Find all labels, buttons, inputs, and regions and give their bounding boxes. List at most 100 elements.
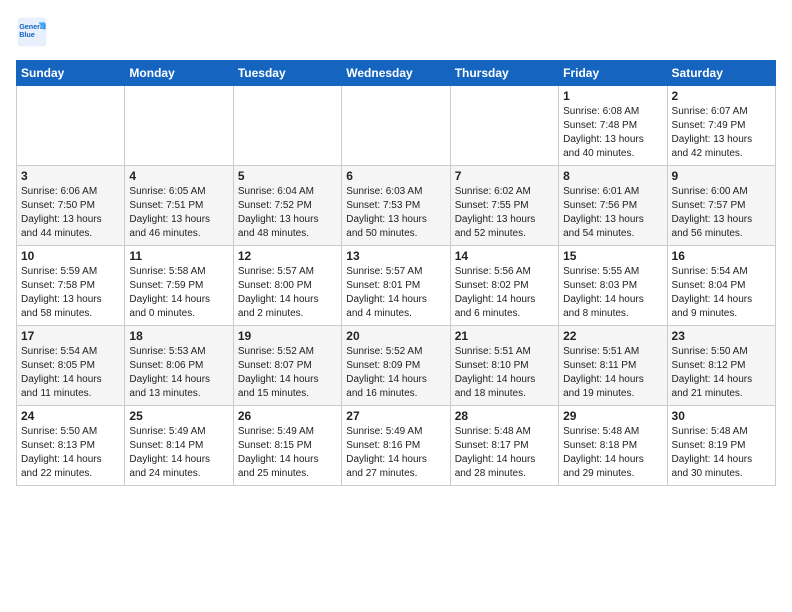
- day-number: 9: [672, 169, 771, 183]
- day-number: 1: [563, 89, 662, 103]
- day-info: Sunrise: 5:57 AM Sunset: 8:01 PM Dayligh…: [346, 265, 445, 321]
- day-cell: 23Sunrise: 5:50 AM Sunset: 8:12 PM Dayli…: [667, 326, 775, 406]
- week-row-2: 3 Sunrise: 6:06 AM Sunset: 7:50 PM Daylig…: [17, 166, 776, 246]
- day-cell: 1 Sunrise: 6:08 AM Sunset: 7:48 PM Daylig…: [559, 86, 667, 166]
- day-number: 23: [672, 329, 771, 343]
- day-number: 15: [563, 249, 662, 263]
- day-number: 3: [21, 169, 120, 183]
- day-cell: [342, 86, 450, 166]
- day-info: Sunrise: 5:52 AM Sunset: 8:09 PM Dayligh…: [346, 345, 445, 401]
- day-info: Sunrise: 5:55 AM Sunset: 8:03 PM Dayligh…: [563, 265, 662, 321]
- col-header-tuesday: Tuesday: [233, 61, 341, 86]
- day-number: 28: [455, 409, 554, 423]
- day-number: 25: [129, 409, 228, 423]
- day-cell: 17 Sunrise: 5:54 AM Sunset: 8:05 PM Dayli…: [17, 326, 125, 406]
- day-info: Sunrise: 6:08 AM Sunset: 7:48 PM Dayligh…: [563, 105, 662, 161]
- day-number: 19: [238, 329, 337, 343]
- day-number: 30: [672, 409, 771, 423]
- week-row-1: 1 Sunrise: 6:08 AM Sunset: 7:48 PM Daylig…: [17, 86, 776, 166]
- day-info: Sunrise: 5:49 AM Sunset: 8:14 PM Dayligh…: [129, 425, 228, 481]
- day-info: Sunrise: 6:04 AM Sunset: 7:52 PM Dayligh…: [238, 185, 337, 241]
- day-cell: 27 Sunrise: 5:49 AM Sunset: 8:16 PM Dayli…: [342, 406, 450, 486]
- day-number: 16: [672, 249, 771, 263]
- day-info: Sunrise: 5:59 AM Sunset: 7:58 PM Dayligh…: [21, 265, 120, 321]
- day-number: 27: [346, 409, 445, 423]
- day-info: Sunrise: 5:51 AM Sunset: 8:11 PM Dayligh…: [563, 345, 662, 401]
- day-info: Sunrise: 5:58 AM Sunset: 7:59 PM Dayligh…: [129, 265, 228, 321]
- day-info: Sunrise: 6:06 AM Sunset: 7:50 PM Dayligh…: [21, 185, 120, 241]
- day-info: Sunrise: 6:00 AM Sunset: 7:57 PM Dayligh…: [672, 185, 771, 241]
- day-number: 17: [21, 329, 120, 343]
- day-cell: 13 Sunrise: 5:57 AM Sunset: 8:01 PM Dayli…: [342, 246, 450, 326]
- day-cell: 24Sunrise: 5:50 AM Sunset: 8:13 PM Dayli…: [17, 406, 125, 486]
- page-header: General Blue: [16, 16, 776, 48]
- day-number: 10: [21, 249, 120, 263]
- day-cell: 7 Sunrise: 6:02 AM Sunset: 7:55 PM Daylig…: [450, 166, 558, 246]
- day-info: Sunrise: 5:52 AM Sunset: 8:07 PM Dayligh…: [238, 345, 337, 401]
- day-cell: 29 Sunrise: 5:48 AM Sunset: 8:18 PM Dayli…: [559, 406, 667, 486]
- day-cell: [125, 86, 233, 166]
- day-cell: 18 Sunrise: 5:53 AM Sunset: 8:06 PM Dayli…: [125, 326, 233, 406]
- day-info: Sunrise: 6:05 AM Sunset: 7:51 PM Dayligh…: [129, 185, 228, 241]
- day-number: 12: [238, 249, 337, 263]
- day-number: 4: [129, 169, 228, 183]
- day-cell: 28Sunrise: 5:48 AM Sunset: 8:17 PM Dayli…: [450, 406, 558, 486]
- col-header-saturday: Saturday: [667, 61, 775, 86]
- day-cell: 10 Sunrise: 5:59 AM Sunset: 7:58 PM Dayli…: [17, 246, 125, 326]
- day-info: Sunrise: 6:03 AM Sunset: 7:53 PM Dayligh…: [346, 185, 445, 241]
- day-number: 20: [346, 329, 445, 343]
- day-cell: 12 Sunrise: 5:57 AM Sunset: 8:00 PM Dayli…: [233, 246, 341, 326]
- day-cell: 6 Sunrise: 6:03 AM Sunset: 7:53 PM Daylig…: [342, 166, 450, 246]
- col-header-friday: Friday: [559, 61, 667, 86]
- day-cell: 16 Sunrise: 5:54 AM Sunset: 8:04 PM Dayli…: [667, 246, 775, 326]
- svg-text:Blue: Blue: [19, 30, 35, 39]
- day-cell: 8 Sunrise: 6:01 AM Sunset: 7:56 PM Daylig…: [559, 166, 667, 246]
- day-info: Sunrise: 6:07 AM Sunset: 7:49 PM Dayligh…: [672, 105, 771, 161]
- day-number: 24: [21, 409, 120, 423]
- day-cell: 5Sunrise: 6:04 AM Sunset: 7:52 PM Daylig…: [233, 166, 341, 246]
- day-cell: 9 Sunrise: 6:00 AM Sunset: 7:57 PM Daylig…: [667, 166, 775, 246]
- day-info: Sunrise: 5:57 AM Sunset: 8:00 PM Dayligh…: [238, 265, 337, 321]
- day-info: Sunrise: 5:48 AM Sunset: 8:19 PM Dayligh…: [672, 425, 771, 481]
- day-number: 7: [455, 169, 554, 183]
- day-info: Sunrise: 5:56 AM Sunset: 8:02 PM Dayligh…: [455, 265, 554, 321]
- day-number: 8: [563, 169, 662, 183]
- day-cell: 19 Sunrise: 5:52 AM Sunset: 8:07 PM Dayli…: [233, 326, 341, 406]
- day-number: 29: [563, 409, 662, 423]
- week-row-5: 24Sunrise: 5:50 AM Sunset: 8:13 PM Dayli…: [17, 406, 776, 486]
- col-header-sunday: Sunday: [17, 61, 125, 86]
- day-info: Sunrise: 5:51 AM Sunset: 8:10 PM Dayligh…: [455, 345, 554, 401]
- day-cell: 22Sunrise: 5:51 AM Sunset: 8:11 PM Dayli…: [559, 326, 667, 406]
- week-row-4: 17 Sunrise: 5:54 AM Sunset: 8:05 PM Dayli…: [17, 326, 776, 406]
- day-cell: [17, 86, 125, 166]
- day-info: Sunrise: 6:02 AM Sunset: 7:55 PM Dayligh…: [455, 185, 554, 241]
- day-info: Sunrise: 5:49 AM Sunset: 8:15 PM Dayligh…: [238, 425, 337, 481]
- logo-icon: General Blue: [16, 16, 48, 48]
- day-cell: 15 Sunrise: 5:55 AM Sunset: 8:03 PM Dayli…: [559, 246, 667, 326]
- day-number: 2: [672, 89, 771, 103]
- calendar-table: SundayMondayTuesdayWednesdayThursdayFrid…: [16, 60, 776, 486]
- day-cell: 25 Sunrise: 5:49 AM Sunset: 8:14 PM Dayli…: [125, 406, 233, 486]
- header-row: SundayMondayTuesdayWednesdayThursdayFrid…: [17, 61, 776, 86]
- day-info: Sunrise: 5:53 AM Sunset: 8:06 PM Dayligh…: [129, 345, 228, 401]
- day-number: 6: [346, 169, 445, 183]
- day-info: Sunrise: 6:01 AM Sunset: 7:56 PM Dayligh…: [563, 185, 662, 241]
- day-info: Sunrise: 5:48 AM Sunset: 8:18 PM Dayligh…: [563, 425, 662, 481]
- day-cell: 3 Sunrise: 6:06 AM Sunset: 7:50 PM Daylig…: [17, 166, 125, 246]
- day-number: 18: [129, 329, 228, 343]
- day-info: Sunrise: 5:54 AM Sunset: 8:05 PM Dayligh…: [21, 345, 120, 401]
- day-cell: 30 Sunrise: 5:48 AM Sunset: 8:19 PM Dayli…: [667, 406, 775, 486]
- day-number: 13: [346, 249, 445, 263]
- col-header-thursday: Thursday: [450, 61, 558, 86]
- day-cell: 11Sunrise: 5:58 AM Sunset: 7:59 PM Dayli…: [125, 246, 233, 326]
- day-number: 14: [455, 249, 554, 263]
- day-cell: 14 Sunrise: 5:56 AM Sunset: 8:02 PM Dayli…: [450, 246, 558, 326]
- day-cell: 26Sunrise: 5:49 AM Sunset: 8:15 PM Dayli…: [233, 406, 341, 486]
- day-info: Sunrise: 5:49 AM Sunset: 8:16 PM Dayligh…: [346, 425, 445, 481]
- day-number: 21: [455, 329, 554, 343]
- day-cell: 2 Sunrise: 6:07 AM Sunset: 7:49 PM Daylig…: [667, 86, 775, 166]
- day-info: Sunrise: 5:54 AM Sunset: 8:04 PM Dayligh…: [672, 265, 771, 321]
- day-cell: [233, 86, 341, 166]
- day-cell: [450, 86, 558, 166]
- day-cell: 21 Sunrise: 5:51 AM Sunset: 8:10 PM Dayli…: [450, 326, 558, 406]
